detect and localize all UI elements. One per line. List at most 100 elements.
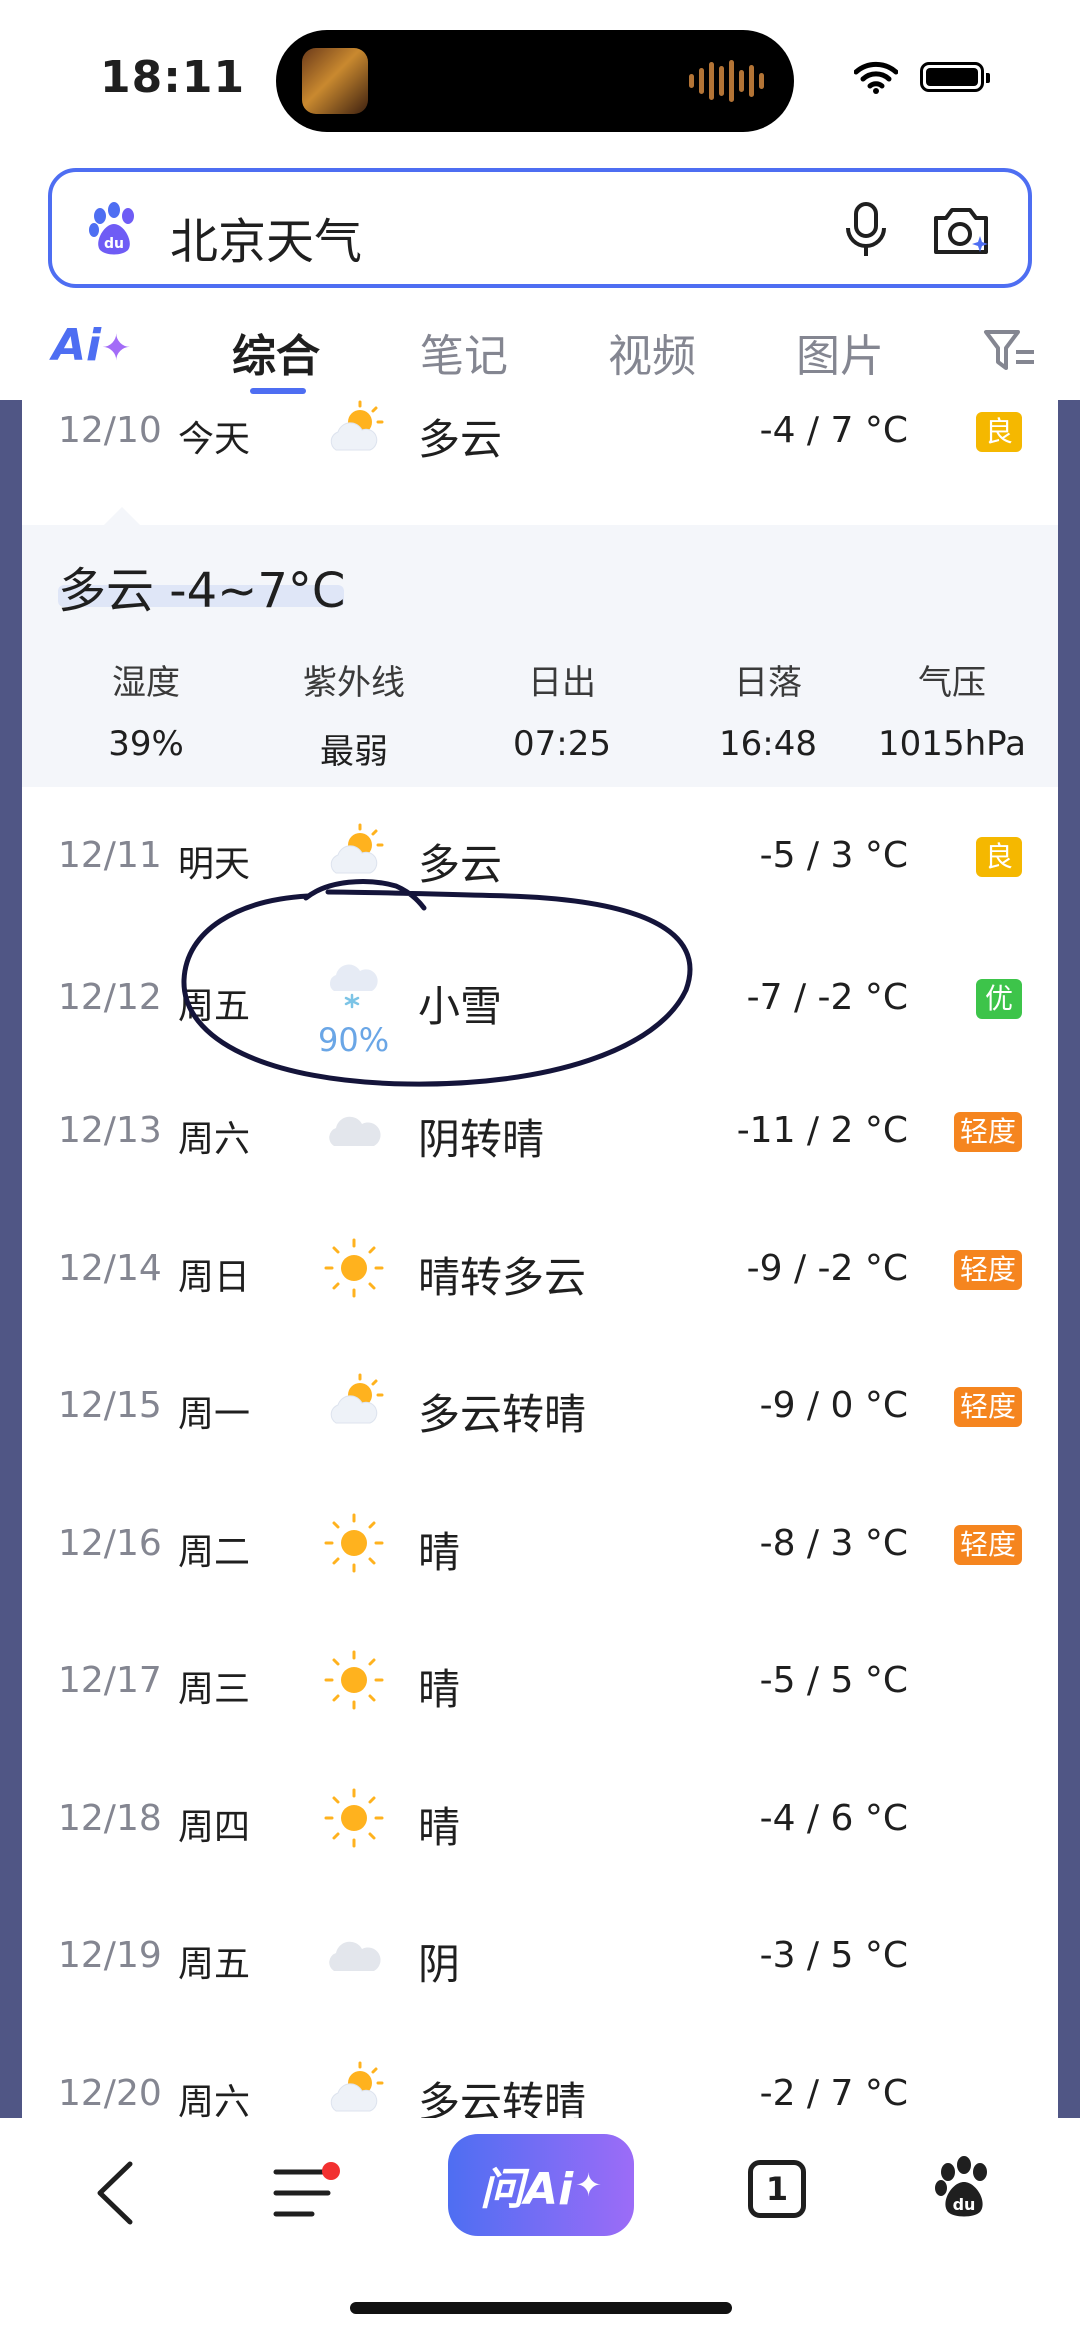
aqi-badge: 良 [976, 412, 1022, 452]
detail-pointer [104, 507, 140, 525]
metric-sunset: 日落 16:48 [668, 655, 868, 764]
partly-cloudy-icon [330, 823, 384, 874]
forecast-row[interactable]: 12/20 周六 多云转晴 -2 / 7 °C [22, 2025, 1058, 2119]
partly-cloudy-icon [330, 400, 384, 451]
partly-cloudy-icon [330, 1373, 384, 1424]
row-condition: 阴 [418, 1940, 461, 1989]
row-date: 12/15 [58, 1385, 162, 1426]
row-day: 周一 [178, 1394, 251, 1435]
baidu-home-icon[interactable]: du [932, 2156, 996, 2220]
row-day: 周五 [178, 1944, 251, 1985]
row-temp: -7 / -2 °C [746, 976, 908, 1018]
sunny-icon [324, 1788, 384, 1847]
forecast-row[interactable]: 12/15 周一 多云转晴 -9 / 0 °C 轻度 [22, 1337, 1058, 1474]
precipitation-chance: 90% [318, 1020, 390, 1059]
metric-label: 日出 [528, 663, 596, 703]
tab-videos[interactable]: 视频 [608, 320, 696, 384]
row-condition: 晴 [418, 1802, 461, 1852]
row-date: 12/20 [58, 2072, 162, 2114]
row-temp: -11 / 2 °C [736, 1110, 908, 1151]
row-date: 12/11 [58, 835, 162, 876]
filter-icon[interactable] [982, 326, 1038, 376]
search-query[interactable]: 北京天气 [170, 202, 362, 272]
sparkle-icon: ✦ [575, 2166, 602, 2204]
metric-value: 最弱 [320, 732, 388, 772]
search-box[interactable]: du 北京天气 [48, 168, 1032, 288]
forecast-row[interactable]: 12/13 周六 阴转晴 -11 / 2 °C 轻度 [22, 1062, 1058, 1199]
forecast-row[interactable]: 12/12 周五 90% 小雪 -7 / -2 °C 优 [22, 925, 1058, 1062]
row-day: 明天 [178, 844, 251, 885]
row-date: 12/17 [58, 1660, 162, 1701]
camera-search-icon[interactable] [930, 202, 992, 258]
audio-waveform-icon [689, 60, 764, 102]
metric-humidity: 湿度 39% [46, 655, 246, 764]
ai-tab-label: Ai [52, 320, 102, 371]
notification-dot [322, 2162, 340, 2180]
row-condition: 晴 [418, 1527, 461, 1577]
overcast-icon [329, 1941, 381, 1971]
battery-icon [920, 62, 990, 92]
metric-value: 1015hPa [878, 724, 1026, 764]
row-date: 12/19 [58, 1935, 162, 1976]
forecast-row[interactable]: 12/11 明天 多云 -5 / 3 °C 良 [22, 787, 1058, 924]
row-day: 周六 [178, 2081, 251, 2119]
ai-tab[interactable]: Ai✦ [52, 320, 131, 371]
menu-button[interactable] [272, 2158, 342, 2228]
row-day: 周六 [178, 1119, 251, 1160]
forecast-row[interactable]: 12/16 周二 晴 -8 / 3 °C 轻度 [22, 1475, 1058, 1612]
row-temp: -5 / 5 °C [759, 1660, 908, 1701]
svg-text:du: du [953, 2195, 976, 2214]
row-temp: -4 / 6 °C [759, 1797, 908, 1839]
home-indicator [350, 2302, 732, 2314]
aqi-badge: 良 [976, 837, 1022, 877]
tab-switcher-button[interactable]: 1 [748, 2160, 806, 2218]
aqi-badge: 轻度 [953, 1387, 1022, 1427]
tab-images[interactable]: 图片 [796, 320, 884, 384]
row-condition: 多云 [418, 415, 503, 464]
forecast-row[interactable]: 12/18 周四 晴 -4 / 6 °C [22, 1750, 1058, 1887]
row-temp: -4 / 7 °C [759, 410, 908, 451]
row-temp: -9 / -2 °C [746, 1247, 908, 1289]
active-tab-indicator [250, 388, 306, 394]
wifi-icon [854, 61, 898, 94]
row-date: 12/13 [58, 1110, 162, 1151]
metric-label: 气压 [918, 663, 986, 703]
ask-ai-button[interactable]: 问Ai ✦ [448, 2134, 634, 2236]
row-condition: 晴转多云 [418, 1252, 587, 1302]
aqi-badge: 轻度 [953, 1249, 1022, 1290]
row-day: 周二 [178, 1531, 251, 1573]
row-date: 12/12 [58, 976, 162, 1018]
weather-card: 12/10 今天 多云 -4 / 7 °C 良 多云 -4~7°C 湿度 39%… [22, 400, 1058, 2118]
back-icon[interactable] [92, 2158, 138, 2228]
dynamic-island[interactable] [276, 30, 794, 132]
row-day: 周日 [178, 1256, 251, 1298]
row-temp: -2 / 7 °C [759, 2072, 908, 2114]
metric-label: 紫外线 [303, 663, 405, 703]
row-date: 12/16 [58, 1522, 162, 1564]
tab-notes[interactable]: 笔记 [420, 320, 508, 384]
baidu-paw-icon: du [89, 202, 134, 255]
row-temp: -5 / 3 °C [759, 835, 908, 876]
row-condition: 晴 [418, 1665, 461, 1714]
row-day: 今天 [178, 419, 251, 460]
ask-ai-label: 问Ai [480, 2164, 574, 2215]
microphone-icon[interactable] [844, 202, 888, 258]
page-side-right [1058, 400, 1080, 2118]
row-temp: -8 / 3 °C [759, 1522, 908, 1564]
row-date: 12/10 [58, 410, 162, 451]
light-snow-icon [329, 964, 378, 1008]
tab-comprehensive[interactable]: 综合 [232, 320, 320, 384]
forecast-row[interactable]: 12/17 周三 晴 -5 / 5 °C [22, 1612, 1058, 1749]
row-condition: 多云转晴 [418, 1390, 587, 1439]
status-time: 18:11 [100, 52, 246, 103]
overcast-icon [329, 1116, 381, 1146]
aqi-badge: 轻度 [953, 1112, 1022, 1152]
row-temp: -9 / 0 °C [759, 1385, 908, 1426]
today-detail-panel: 多云 -4~7°C 湿度 39% 紫外线 最弱 日出 07:25 日落 16:4… [22, 507, 1058, 787]
forecast-row[interactable]: 12/14 周日 晴转多云 -9 / -2 °C 轻度 [22, 1200, 1058, 1337]
metric-value: 39% [108, 724, 184, 764]
forecast-row-today[interactable]: 12/10 今天 多云 -4 / 7 °C 良 [22, 400, 1058, 537]
row-condition: 小雪 [418, 981, 503, 1031]
forecast-row[interactable]: 12/19 周五 阴 -3 / 5 °C [22, 1887, 1058, 2024]
detail-headline: 多云 -4~7°C [58, 563, 346, 619]
